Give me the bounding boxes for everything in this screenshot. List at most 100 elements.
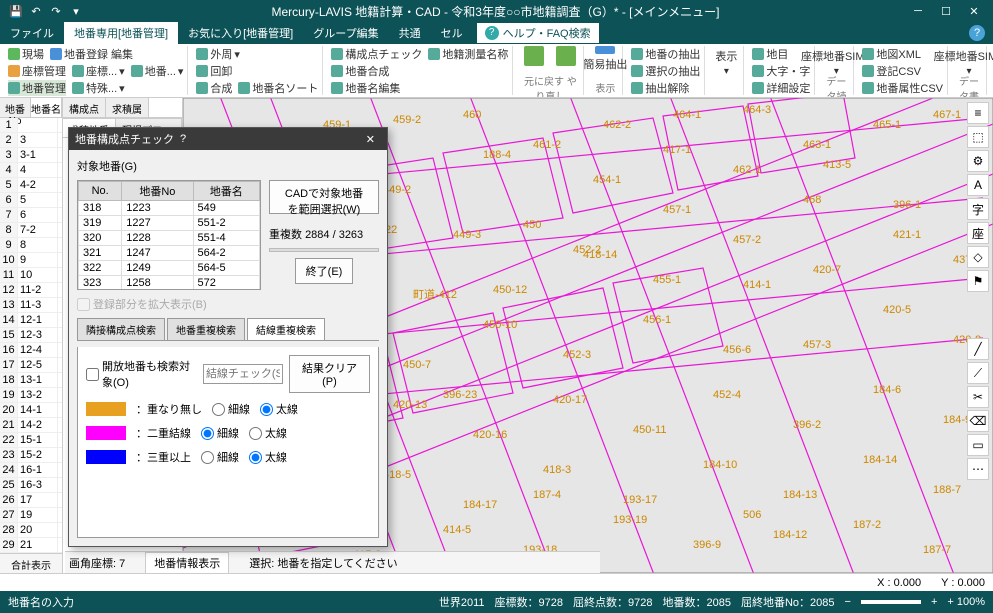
left-row[interactable]: 2516-3	[0, 478, 62, 493]
tool-flag-icon[interactable]: ⚑	[967, 270, 989, 292]
tool-rect-icon[interactable]: ▭	[967, 434, 989, 456]
btn-chiban-name-edit[interactable]: 地番名編集	[331, 80, 400, 96]
btn-kaoroshi[interactable]: 回卸	[196, 63, 232, 79]
left-row[interactable]: 2014-1	[0, 403, 62, 418]
btn-gousei[interactable]: 合成	[196, 80, 232, 96]
end-button[interactable]: 終了(E)	[295, 258, 354, 284]
left-row[interactable]: 2315-2	[0, 448, 62, 463]
zoom-in-button[interactable]: +	[931, 596, 937, 608]
btn-redo[interactable]	[553, 46, 579, 72]
left-row[interactable]: 23	[0, 133, 62, 148]
btn-coord-dd[interactable]: 座標...▾	[72, 63, 125, 79]
left-row[interactable]: 2617	[0, 493, 62, 508]
left-row[interactable]: 1110	[0, 268, 62, 283]
target-grid[interactable]: No.地番No地番名31812235493191227551-232012285…	[77, 180, 261, 290]
left-row[interactable]: 33-1	[0, 148, 62, 163]
btn-undo[interactable]	[521, 46, 547, 72]
dialog-close-icon[interactable]: ✕	[360, 133, 381, 146]
qat-undo-icon[interactable]: ↶	[28, 3, 44, 19]
left-row[interactable]: 1211-2	[0, 283, 62, 298]
btn-chiban-gousei[interactable]: 地番合成	[331, 63, 389, 79]
left-grid[interactable]: 12333-14454-2657687-29810911101211-21311…	[0, 118, 62, 553]
left-footer[interactable]: 合計表示	[0, 553, 62, 573]
btn-chiban-mgmt[interactable]: 地番管理	[8, 80, 66, 96]
btn-detail-setting[interactable]: 詳細設定	[752, 80, 810, 96]
radio-none-thin[interactable]: 細線	[212, 401, 250, 417]
left-row[interactable]: 76	[0, 208, 62, 223]
btn-special-dd[interactable]: 特殊...▾	[72, 80, 125, 96]
tool-hand-icon[interactable]: ≡	[967, 102, 989, 124]
left-row[interactable]: 87-2	[0, 223, 62, 238]
btn-extract-cancel[interactable]: 抽出解除	[631, 80, 689, 96]
btn-import-attr[interactable]: 地番属性CSV	[862, 80, 943, 96]
tool-scissors-icon[interactable]: ✂	[967, 386, 989, 408]
btn-import-xml[interactable]: 地図XML	[862, 46, 921, 62]
btn-simple-extract[interactable]: 簡易抽出	[592, 46, 618, 72]
maximize-button[interactable]: ☐	[935, 5, 957, 18]
dialog-row[interactable]: 3231258572	[79, 276, 260, 291]
btn-chiban-edit[interactable]: 地番登録 編集	[50, 46, 133, 62]
left-row[interactable]: 98	[0, 238, 62, 253]
btn-coord-mgmt[interactable]: 座標管理	[8, 63, 66, 79]
btn-chiseki-name[interactable]: 地籍測量名称	[428, 46, 508, 62]
btn-extract-chiban[interactable]: 地番の抽出	[631, 46, 700, 62]
tool-letter-icon[interactable]: 字	[967, 198, 989, 220]
tab-chiban-dup[interactable]: 地番重複検索	[167, 318, 245, 340]
radio-double-thick[interactable]: 太線	[249, 425, 287, 441]
btn-export-sima[interactable]: 座標地番SIMA▾	[956, 46, 982, 72]
qat-save-icon[interactable]: 💾	[8, 3, 24, 19]
tool-layers-icon[interactable]: ⬚	[967, 126, 989, 148]
qat-dropdown-icon[interactable]: ▾	[68, 3, 84, 19]
left-row[interactable]: 2921	[0, 538, 62, 553]
result-clear-button[interactable]: 結果クリア(P)	[289, 355, 370, 393]
left-row[interactable]: 1412-1	[0, 313, 62, 328]
left-row[interactable]: 2215-1	[0, 433, 62, 448]
radio-triple-thick[interactable]: 太線	[249, 449, 287, 465]
help-search[interactable]: ヘルプ・FAQ検索	[477, 23, 599, 43]
left-row[interactable]: 2114-2	[0, 418, 62, 433]
dialog-row[interactable]: 3221249564-5	[79, 261, 260, 276]
tool-shape-icon[interactable]: ◇	[967, 246, 989, 268]
radio-double-thin[interactable]: 細線	[201, 425, 239, 441]
minimize-button[interactable]: ─	[907, 5, 929, 18]
tab-common[interactable]: 共通	[389, 22, 431, 44]
tool-settings-icon[interactable]: ⚙	[967, 150, 989, 172]
dialog-row[interactable]: 3211247564-2	[79, 246, 260, 261]
btn-kousei-check[interactable]: 構成点チェック	[331, 46, 422, 62]
mid-tab-kyuseki[interactable]: 求積属	[106, 98, 149, 117]
zoom-out-button[interactable]: −	[845, 596, 851, 608]
dialog-row[interactable]: 3201228551-4	[79, 231, 260, 246]
left-row[interactable]: 65	[0, 193, 62, 208]
left-row[interactable]: 2820	[0, 523, 62, 538]
btn-extract-select[interactable]: 選択の抽出	[631, 63, 700, 79]
tool-text-icon[interactable]: A	[967, 174, 989, 196]
dialog-help-icon[interactable]: ?	[174, 133, 192, 145]
dialog-row[interactable]: 3191227551-2	[79, 216, 260, 231]
left-row[interactable]: 2416-1	[0, 463, 62, 478]
left-tab-name[interactable]: 地番名	[31, 98, 62, 117]
left-row[interactable]: 109	[0, 253, 62, 268]
tool-line-icon[interactable]: ╱	[967, 338, 989, 360]
left-row[interactable]: 1311-3	[0, 298, 62, 313]
tool-eraser-icon[interactable]: ⌫	[967, 410, 989, 432]
chiban-info-button[interactable]: 地番情報表示	[145, 552, 229, 574]
radio-none-thick[interactable]: 太線	[260, 401, 298, 417]
left-row[interactable]: 1813-1	[0, 373, 62, 388]
help-icon[interactable]: ?	[969, 25, 985, 41]
left-row[interactable]: 1	[0, 118, 62, 133]
btn-ooaza[interactable]: 大字・字	[752, 63, 810, 79]
close-button[interactable]: ✕	[963, 5, 985, 18]
left-row[interactable]: 2719	[0, 508, 62, 523]
tab-chiban[interactable]: 地番専用[地番管理]	[64, 22, 178, 44]
qat-redo-icon[interactable]: ↷	[48, 3, 64, 19]
cad-range-select-button[interactable]: CADで対象地番を範囲選択(W)	[269, 180, 379, 214]
left-tab-no[interactable]: 地番No	[0, 98, 31, 117]
btn-sort[interactable]: 地番名ソート	[238, 80, 318, 96]
btn-genba[interactable]: 現場	[8, 46, 44, 62]
btn-chiban-dd[interactable]: 地番...▾	[131, 63, 184, 79]
left-row[interactable]: 44	[0, 163, 62, 178]
btn-gaishuu[interactable]: 外周▾	[196, 46, 240, 62]
tab-kessen-dup[interactable]: 結線重複検索	[247, 318, 325, 340]
btn-chimoku[interactable]: 地目	[752, 46, 788, 62]
dialog-row[interactable]: 3181223549	[79, 201, 260, 216]
